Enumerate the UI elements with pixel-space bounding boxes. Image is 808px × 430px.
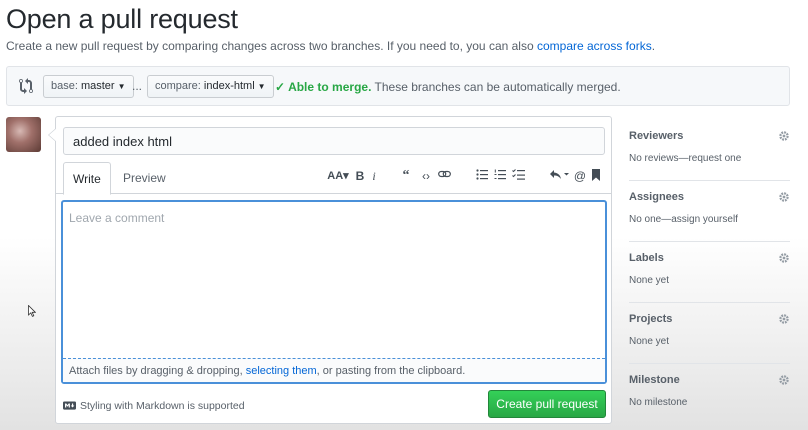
- check-icon: ✓: [275, 80, 286, 94]
- pr-sidebar: Reviewers No reviews—request one Assigne…: [629, 120, 790, 425]
- comment-editor: Attach files by dragging & dropping, sel…: [61, 200, 607, 384]
- italic-icon[interactable]: i: [366, 167, 382, 185]
- compare-branch-selector[interactable]: compare: index-html ▼: [147, 75, 274, 98]
- sidebar-heading: Projects: [629, 313, 673, 325]
- sidebar-value: None yet: [629, 275, 670, 286]
- gear-icon[interactable]: [778, 374, 790, 386]
- markdown-note-text: Styling with Markdown is supported: [80, 400, 245, 412]
- unordered-list-icon[interactable]: [474, 167, 490, 185]
- sidebar-section-reviewers: Reviewers No reviews—request one: [629, 120, 790, 181]
- base-prefix: base:: [51, 80, 81, 92]
- branch-ellipsis: ...: [132, 79, 143, 93]
- reply-icon[interactable]: [548, 167, 570, 185]
- merge-status: ✓ Able to merge. These branches can be au…: [275, 80, 621, 94]
- task-list-icon[interactable]: [510, 167, 526, 185]
- pr-title-input[interactable]: [63, 127, 605, 155]
- sidebar-heading: Labels: [629, 252, 664, 264]
- quote-icon[interactable]: “: [398, 167, 414, 185]
- compare-prefix: compare:: [155, 80, 204, 92]
- base-branch-selector[interactable]: base: master ▼: [43, 75, 134, 98]
- comment-textarea[interactable]: [63, 202, 605, 360]
- sidebar-value[interactable]: No reviews—request one: [629, 153, 741, 164]
- selecting-them-link[interactable]: selecting them: [246, 365, 317, 377]
- attach-text: Attach files by dragging & dropping,: [69, 365, 246, 377]
- tab-preview[interactable]: Preview: [114, 162, 175, 194]
- attach-files-bar[interactable]: Attach files by dragging & dropping, sel…: [63, 358, 605, 382]
- sidebar-value: None yet: [629, 336, 670, 347]
- tab-write[interactable]: Write: [63, 162, 111, 195]
- compare-arrows-icon: [19, 78, 33, 94]
- saved-reply-icon[interactable]: [588, 167, 604, 185]
- sidebar-heading: Assignees: [629, 191, 685, 203]
- header-icon[interactable]: AA▾: [326, 167, 350, 185]
- chevron-down-icon: ▼: [257, 82, 266, 91]
- mouse-cursor-icon: [28, 305, 36, 317]
- sidebar-section-assignees: Assignees No one—assign yourself: [629, 181, 790, 242]
- branch-compare-bar: base: master ▼ ... compare: index-html ▼ ✓…: [6, 66, 790, 106]
- subtitle-end: .: [651, 39, 656, 53]
- compare-across-forks-link[interactable]: compare across forks: [537, 39, 652, 53]
- avatar[interactable]: [6, 117, 41, 152]
- merge-ok-label: Able to merge.: [288, 80, 372, 94]
- gear-icon[interactable]: [778, 252, 790, 264]
- page-title: Open a pull request: [6, 4, 238, 34]
- sidebar-section-projects: Projects None yet: [629, 303, 790, 364]
- subtitle-text: Create a new pull request by comparing c…: [6, 39, 537, 53]
- base-branch-name: master: [80, 80, 115, 92]
- code-icon[interactable]: ‹›: [418, 167, 434, 185]
- ordered-list-icon[interactable]: [492, 167, 508, 185]
- sidebar-value: No milestone: [629, 397, 688, 408]
- editor-tabs: Write Preview AA▾ B i “ ‹› @: [56, 162, 611, 195]
- link-icon[interactable]: [436, 167, 452, 185]
- page-subtitle: Create a new pull request by comparing c…: [6, 39, 655, 53]
- markdown-icon: [63, 401, 76, 410]
- merge-message: These branches can be automatically merg…: [371, 80, 621, 94]
- sidebar-value[interactable]: No one—assign yourself: [629, 214, 738, 225]
- compare-branch-name: index-html: [203, 80, 255, 92]
- gear-icon[interactable]: [778, 191, 790, 203]
- chevron-down-icon: ▼: [117, 82, 126, 91]
- gear-icon[interactable]: [778, 313, 790, 325]
- mention-icon[interactable]: @: [572, 167, 588, 185]
- sidebar-heading: Reviewers: [629, 130, 684, 142]
- sidebar-section-milestone: Milestone No milestone: [629, 364, 790, 425]
- markdown-note[interactable]: Styling with Markdown is supported: [63, 400, 245, 412]
- gear-icon[interactable]: [778, 130, 790, 142]
- create-pull-request-button[interactable]: Create pull request: [488, 390, 606, 418]
- markdown-toolbar: AA▾ B i “ ‹› @: [326, 167, 606, 187]
- sidebar-section-labels: Labels None yet: [629, 242, 790, 303]
- pull-request-form: Write Preview AA▾ B i “ ‹› @: [48, 116, 612, 424]
- sidebar-heading: Milestone: [629, 374, 680, 386]
- attach-text-end: , or pasting from the clipboard.: [316, 365, 466, 377]
